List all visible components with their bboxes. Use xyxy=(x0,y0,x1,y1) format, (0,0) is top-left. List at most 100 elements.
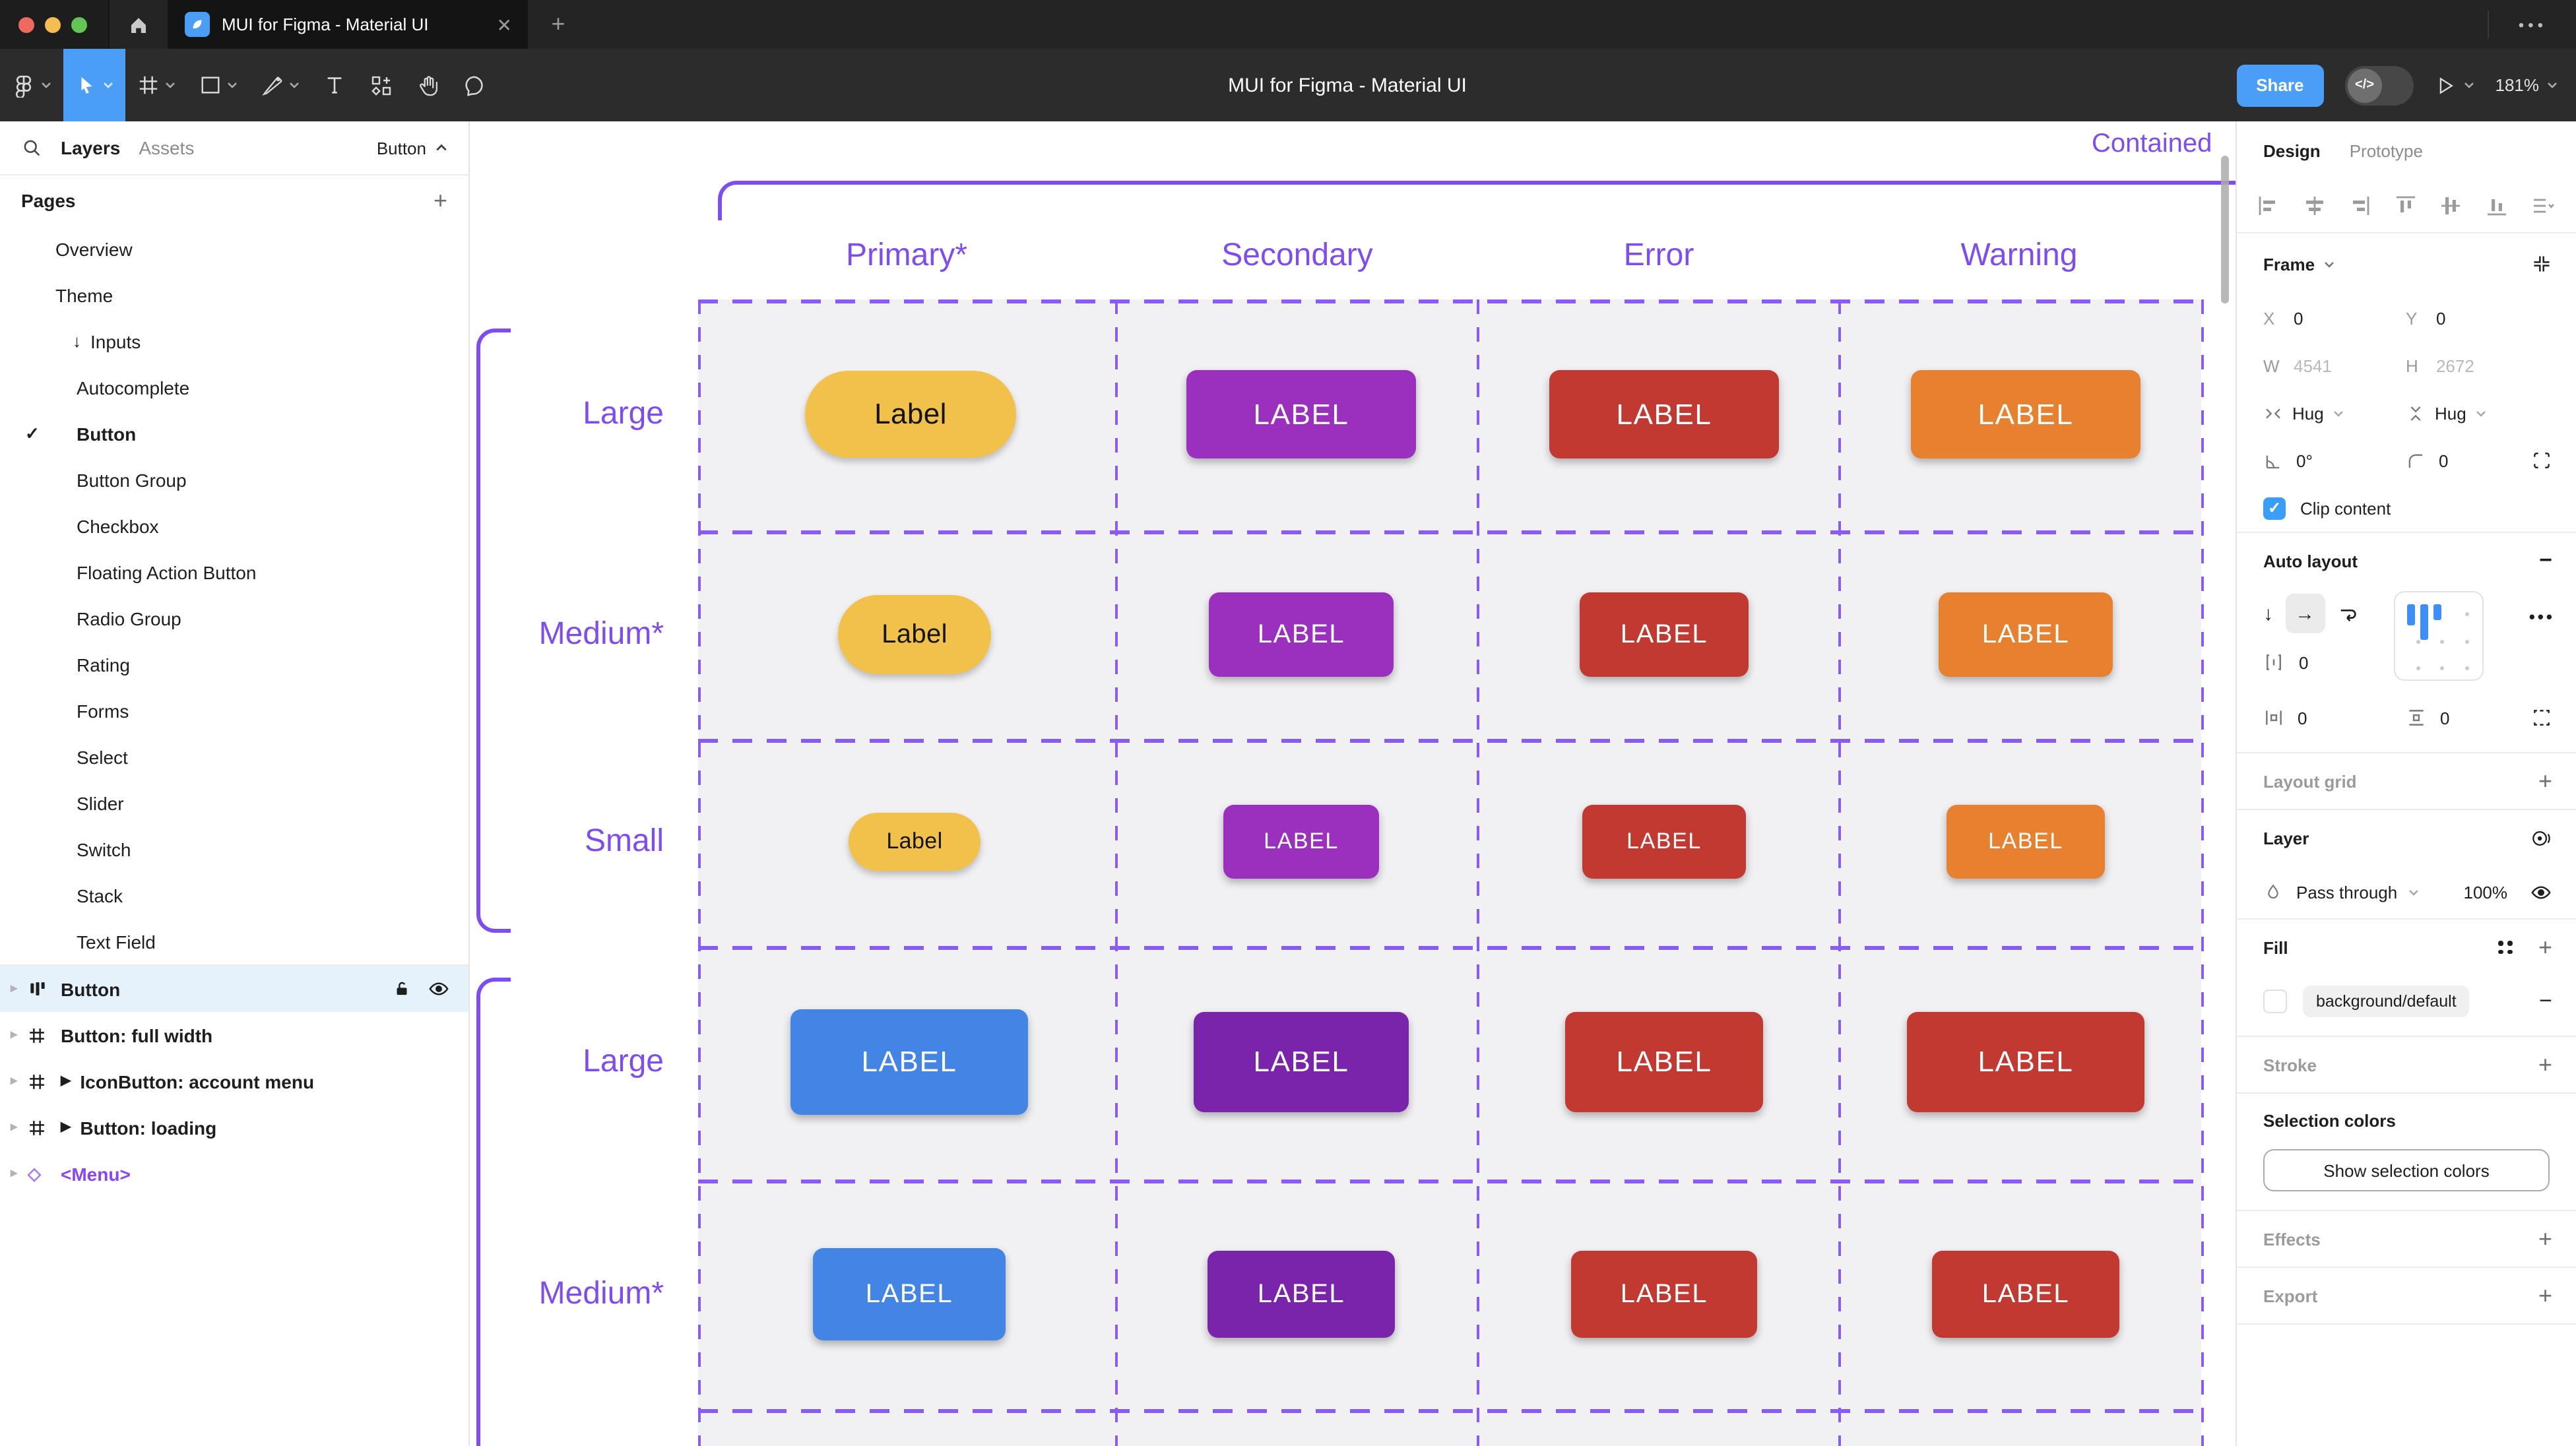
page-item-select[interactable]: Select xyxy=(0,734,468,780)
fill-styles-icon[interactable] xyxy=(2498,941,2513,954)
independent-corners-icon[interactable] xyxy=(2531,450,2552,471)
direction-horizontal-selected[interactable]: → xyxy=(2285,594,2325,633)
tab-assets[interactable]: Assets xyxy=(139,137,194,158)
layer-opacity-field[interactable]: 100% xyxy=(2464,882,2508,902)
page-item-button-group[interactable]: Button Group xyxy=(0,456,468,503)
current-page-indicator[interactable]: Button xyxy=(377,138,447,158)
search-icon[interactable] xyxy=(21,137,42,158)
align-right-icon[interactable] xyxy=(2348,194,2371,218)
button-large-secondary[interactable]: LABEL xyxy=(1186,370,1416,458)
add-layout-grid-button[interactable]: + xyxy=(2538,767,2552,795)
row-label-large[interactable]: Large xyxy=(496,392,664,437)
fill-color-swatch[interactable] xyxy=(2263,990,2287,1013)
expand-chevron-icon[interactable]: ▸ xyxy=(11,1120,17,1135)
page-item-forms[interactable]: Forms xyxy=(0,687,468,734)
y-position-field[interactable]: Y0 xyxy=(2406,308,2548,328)
add-fill-button[interactable]: + xyxy=(2538,933,2552,961)
tab-design[interactable]: Design xyxy=(2263,141,2321,160)
button-medium-warning[interactable]: LABEL xyxy=(1939,592,2113,677)
button-small-secondary[interactable]: LABEL xyxy=(1223,805,1379,879)
height-field[interactable]: H2672 xyxy=(2406,356,2548,375)
button-large-contained-error[interactable]: LABEL xyxy=(1565,1012,1763,1112)
direction-vertical-icon[interactable]: ↓ xyxy=(2263,602,2273,625)
page-item-rating[interactable]: Rating xyxy=(0,641,468,687)
window-menu-button[interactable]: ••• xyxy=(2490,0,2576,49)
pen-tool-button[interactable] xyxy=(249,49,311,121)
row-label-medium[interactable]: Medium* xyxy=(496,612,664,657)
button-medium-contained-warning[interactable]: LABEL xyxy=(1932,1251,2119,1338)
expand-chevron-icon[interactable]: ▸ xyxy=(11,1028,17,1042)
align-bottom-icon[interactable] xyxy=(2484,194,2508,218)
zoom-window-button[interactable] xyxy=(71,16,87,32)
button-small-warning[interactable]: LABEL xyxy=(1947,805,2105,879)
page-item-autocomplete[interactable]: Autocomplete xyxy=(0,364,468,410)
dev-mode-toggle[interactable]: </> xyxy=(2345,65,2414,105)
page-item-overview[interactable]: Overview xyxy=(0,226,468,272)
close-window-button[interactable] xyxy=(18,16,34,32)
tab-layers[interactable]: Layers xyxy=(61,137,120,158)
page-item-stack[interactable]: Stack xyxy=(0,872,468,918)
add-export-button[interactable]: + xyxy=(2538,1282,2552,1309)
button-medium-contained-secondary[interactable]: LABEL xyxy=(1208,1251,1395,1338)
row-label-small[interactable]: Small xyxy=(496,819,664,864)
row-label-medium-2[interactable]: Medium* xyxy=(496,1272,664,1317)
eye-icon[interactable] xyxy=(428,978,450,1000)
corner-radius-field[interactable]: 0 xyxy=(2406,451,2548,470)
page-item-slider[interactable]: Slider xyxy=(0,780,468,826)
alignment-widget[interactable] xyxy=(2394,591,2484,681)
layer-row-button-loading[interactable]: ▸ ▶ Button: loading xyxy=(0,1104,468,1150)
main-menu-button[interactable] xyxy=(0,49,63,121)
page-item-button[interactable]: ✓Button xyxy=(0,410,468,456)
button-large-error[interactable]: LABEL xyxy=(1549,370,1779,458)
button-large-contained-warning[interactable]: LABEL xyxy=(1907,1012,2144,1112)
share-button[interactable]: Share xyxy=(2236,64,2323,106)
layer-row-menu-instance[interactable]: ▸ ◇ <Menu> xyxy=(0,1150,468,1197)
close-tab-icon[interactable]: ✕ xyxy=(497,15,512,34)
wrap-icon[interactable] xyxy=(2336,602,2359,625)
canvas-scrollbar[interactable] xyxy=(2221,156,2229,303)
horizontal-sizing-dropdown[interactable]: Hug xyxy=(2263,403,2406,423)
gap-field[interactable]: 0 xyxy=(2263,652,2308,673)
column-header-secondary[interactable]: Secondary xyxy=(1221,237,1373,274)
button-large-contained-primary[interactable]: LABEL xyxy=(790,1009,1028,1115)
page-item-theme[interactable]: Theme xyxy=(0,272,468,318)
move-tool-button[interactable] xyxy=(63,49,125,121)
distribute-more-icon[interactable] xyxy=(2530,194,2556,218)
button-large-contained-secondary[interactable]: LABEL xyxy=(1194,1012,1409,1112)
page-item-fab[interactable]: Floating Action Button xyxy=(0,549,468,595)
column-header-warning[interactable]: Warning xyxy=(1961,237,2078,274)
button-small-primary[interactable]: Label xyxy=(849,813,981,871)
resources-tool-button[interactable] xyxy=(358,49,405,121)
layer-row-button[interactable]: ▸ Button xyxy=(0,966,468,1012)
tab-prototype[interactable]: Prototype xyxy=(2350,141,2423,160)
align-horizontal-center-icon[interactable] xyxy=(2302,194,2326,218)
zoom-level-control[interactable]: 181% xyxy=(2496,75,2558,95)
rotation-field[interactable]: 0° xyxy=(2263,451,2406,470)
button-medium-contained-primary[interactable]: LABEL xyxy=(813,1248,1006,1340)
horizontal-padding-field[interactable]: 0 xyxy=(2263,707,2406,728)
column-header-error[interactable]: Error xyxy=(1624,237,1694,274)
page-item-radio-group[interactable]: Radio Group xyxy=(0,595,468,641)
layer-visibility-eye-icon[interactable] xyxy=(2530,881,2552,903)
show-selection-colors-button[interactable]: Show selection colors xyxy=(2263,1149,2550,1191)
independent-padding-icon[interactable] xyxy=(2531,707,2552,728)
minimize-window-button[interactable] xyxy=(45,16,61,32)
vertical-padding-field[interactable]: 0 xyxy=(2406,707,2548,728)
x-position-field[interactable]: X0 xyxy=(2263,308,2406,328)
blend-mode-icon[interactable] xyxy=(2530,827,2552,849)
hand-tool-button[interactable] xyxy=(405,49,451,121)
canvas[interactable]: Contained Primary* Secondary Error Warni… xyxy=(470,121,2236,1446)
layer-row-iconbutton-account-menu[interactable]: ▸ ▶ IconButton: account menu xyxy=(0,1058,468,1104)
fill-style-chip[interactable]: background/default xyxy=(2303,986,2470,1017)
auto-layout-more-options[interactable]: ••• xyxy=(2529,607,2555,627)
button-small-error[interactable]: LABEL xyxy=(1582,805,1746,879)
row-label-large-2[interactable]: Large xyxy=(496,1040,664,1084)
collapse-panel-icon[interactable] xyxy=(2531,253,2552,274)
width-field[interactable]: W4541 xyxy=(2263,356,2406,375)
button-medium-primary[interactable]: Label xyxy=(838,595,991,674)
button-medium-error[interactable]: LABEL xyxy=(1580,592,1749,677)
align-left-icon[interactable] xyxy=(2257,194,2280,218)
layer-row-button-full-width[interactable]: ▸ Button: full width xyxy=(0,1012,468,1058)
blend-mode-dropdown[interactable]: Pass through xyxy=(2296,882,2397,902)
button-medium-contained-error[interactable]: LABEL xyxy=(1571,1251,1757,1338)
